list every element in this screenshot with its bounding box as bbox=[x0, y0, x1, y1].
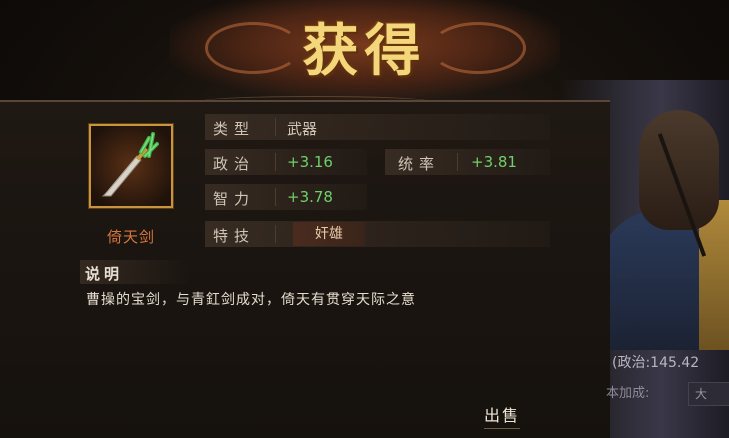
command-label: 统率 bbox=[398, 155, 441, 173]
divider bbox=[275, 188, 276, 206]
divider bbox=[457, 153, 458, 171]
character-head bbox=[639, 110, 719, 230]
sword-icon bbox=[91, 126, 171, 206]
page-title: 获得 bbox=[302, 18, 427, 84]
stat-row-type bbox=[205, 114, 550, 140]
side-bonus-box[interactable]: 大 bbox=[688, 382, 729, 406]
game-screen: 获得 倚天剑 类型 武器 政治 +3.16 统率 +3.81 智力 +3.78 … bbox=[0, 0, 729, 438]
politics-value: +3.16 bbox=[287, 153, 333, 171]
type-label: 类型 bbox=[213, 120, 256, 138]
side-bonus-box-text: 大 bbox=[695, 387, 708, 401]
item-icon-frame[interactable] bbox=[89, 124, 173, 208]
skill-tag[interactable]: 奸雄 bbox=[293, 222, 365, 246]
panel-ornament bbox=[200, 96, 430, 107]
description-label: 说明 bbox=[85, 265, 124, 283]
politics-label: 政治 bbox=[213, 155, 256, 173]
item-name: 倚天剑 bbox=[106, 228, 155, 246]
divider bbox=[275, 153, 276, 171]
side-bonus-label: 本加成: bbox=[606, 386, 650, 401]
stat-row-skill bbox=[205, 221, 550, 247]
sell-button[interactable]: 出售 bbox=[484, 402, 521, 429]
divider bbox=[275, 225, 276, 243]
intellect-value: +3.78 bbox=[287, 188, 333, 206]
type-value: 武器 bbox=[287, 120, 318, 138]
side-politics-text: (政治:145.42 bbox=[612, 355, 700, 371]
intellect-label: 智力 bbox=[213, 190, 256, 208]
command-value: +3.81 bbox=[471, 153, 517, 171]
divider bbox=[275, 118, 276, 136]
skill-label: 特技 bbox=[213, 227, 256, 245]
description-text: 曹操的宝剑，与青釭剑成对，倚天有贯穿天际之意 bbox=[86, 292, 416, 308]
